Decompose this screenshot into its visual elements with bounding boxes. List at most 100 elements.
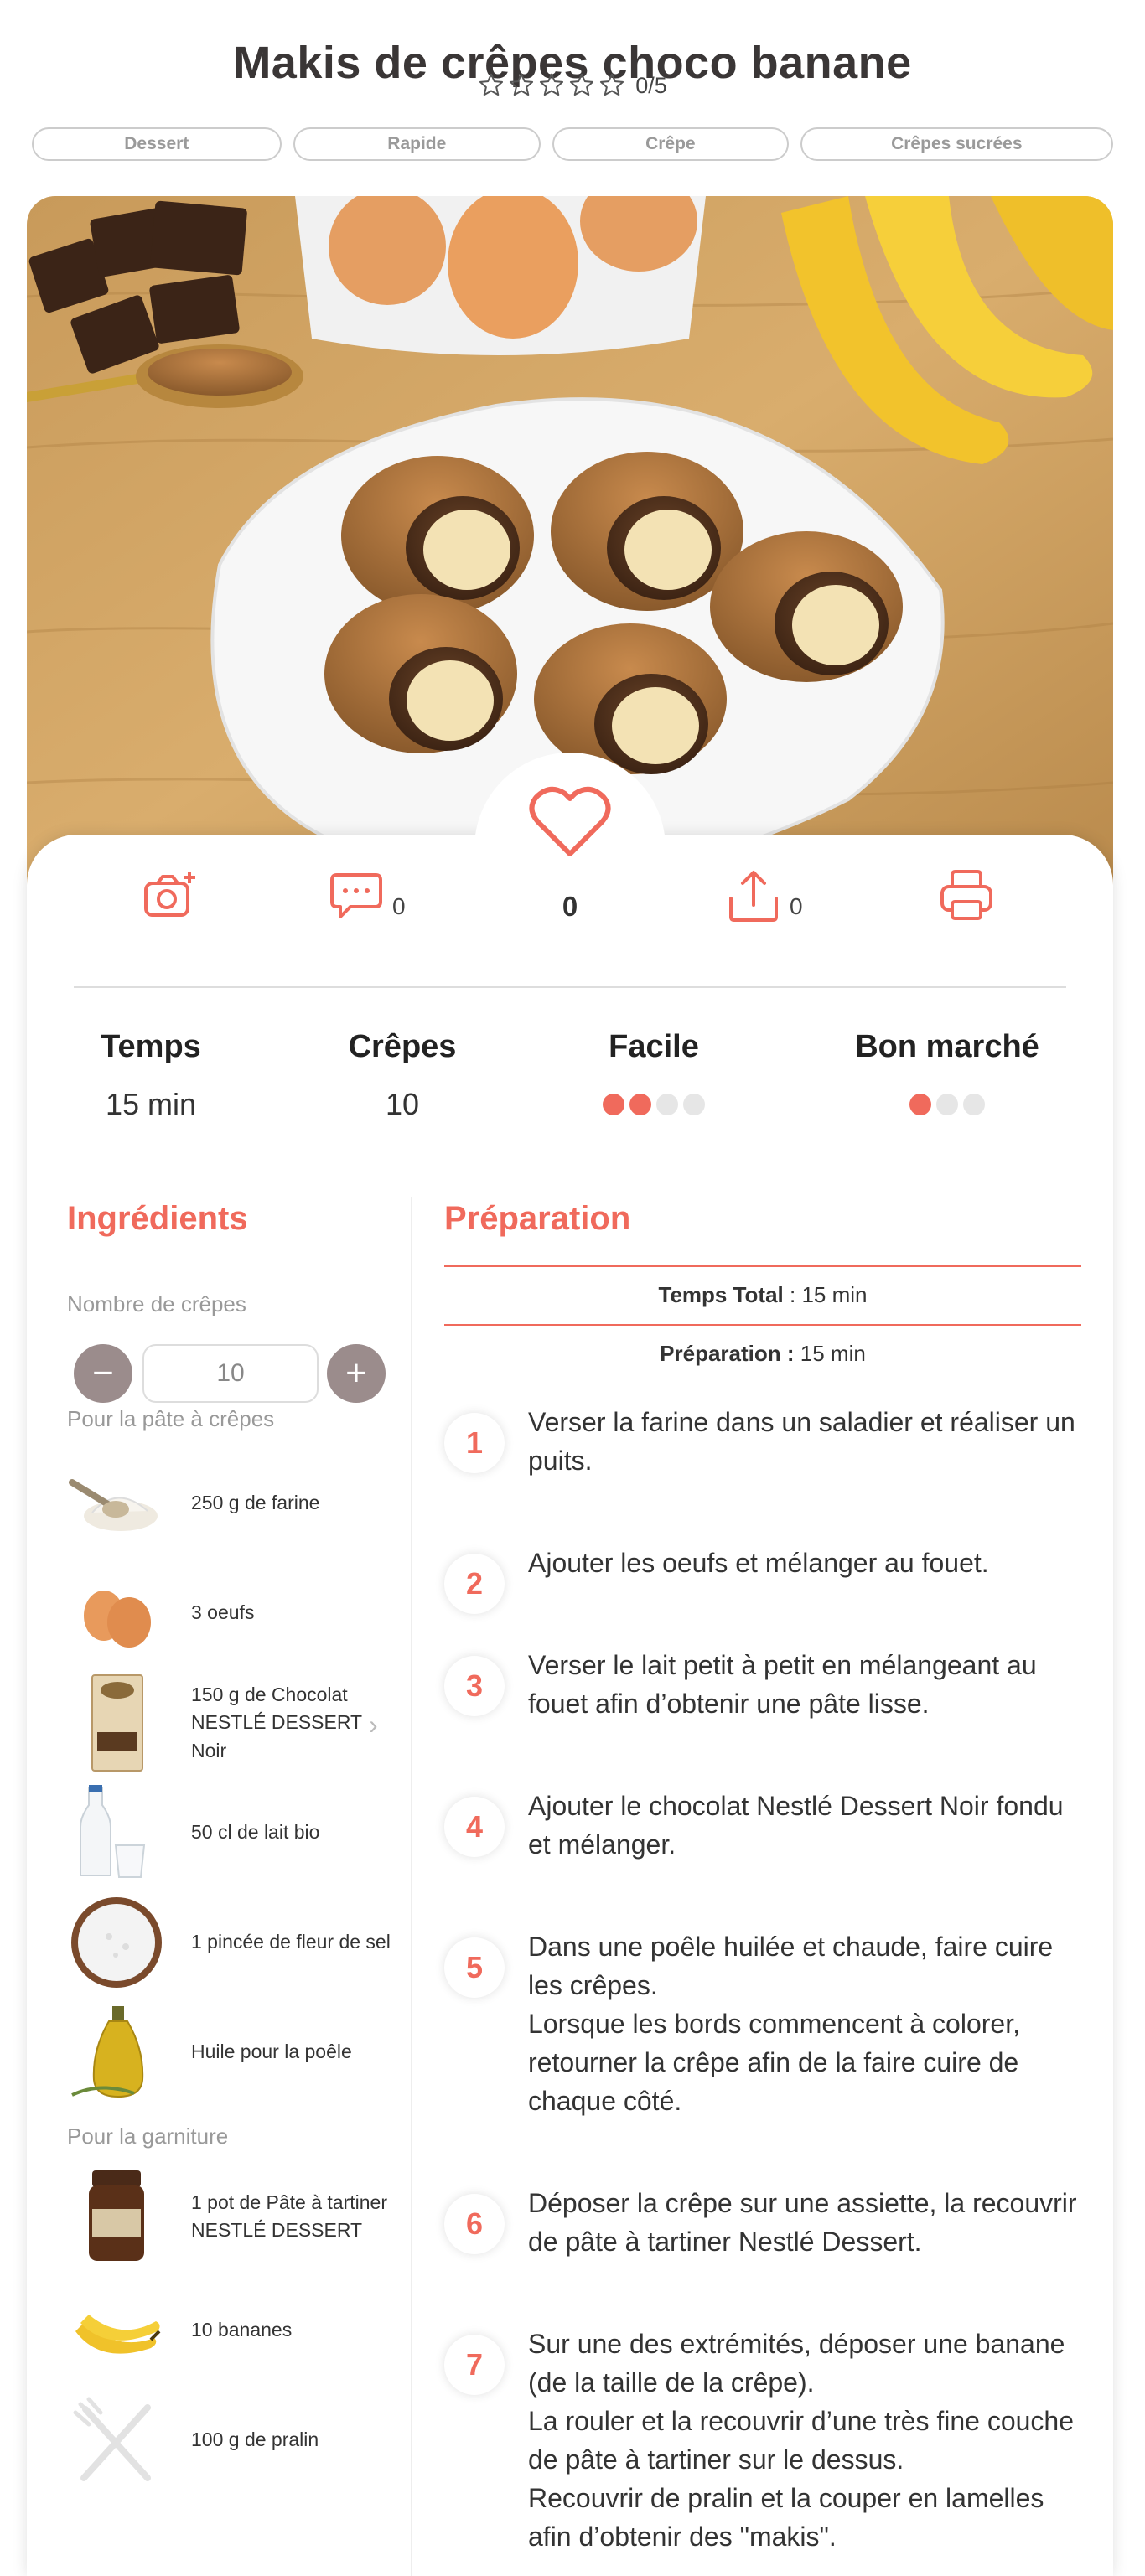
- chevron-right-icon[interactable]: ›: [369, 1710, 378, 1741]
- preparation-divider: [444, 1324, 1081, 1326]
- total-time-value: : 15 min: [783, 1282, 868, 1307]
- stat-time-value: 15 min: [105, 1087, 197, 1121]
- difficulty-dots: [570, 1094, 738, 1115]
- ingredient-item: 3 oeufs: [67, 1564, 402, 1663]
- level-dot: [963, 1094, 985, 1115]
- ingredient-item: 100 g de pralin: [67, 2391, 402, 2490]
- prep-time: Préparation : 15 min: [444, 1341, 1081, 1367]
- level-dot: [603, 1094, 624, 1115]
- likes-count: 0: [562, 891, 578, 922]
- rating-value: 0/5: [635, 72, 667, 98]
- rating[interactable]: 0/5: [0, 72, 1145, 99]
- ingredient-text: 3 oeufs: [191, 1601, 255, 1624]
- oil-bottle-icon: [71, 2006, 144, 2098]
- step-number: 1: [444, 1413, 505, 1473]
- ingredient-group-label: Pour la garniture: [67, 2123, 229, 2149]
- stat-cost: Bon marché: [838, 1029, 1056, 1115]
- stat-difficulty: Facile: [570, 1029, 738, 1115]
- step-text: Verser la farine dans un saladier et réa…: [528, 1407, 1075, 1476]
- tag-rapide[interactable]: Rapide: [293, 127, 541, 161]
- level-dot: [683, 1094, 705, 1115]
- tag-crepes-sucrees[interactable]: Crêpes sucrées: [800, 127, 1114, 161]
- ingredient-text: Huile pour la poêle: [191, 2041, 352, 2063]
- stat-yield-label: Crêpes: [348, 1029, 457, 1064]
- star-icon[interactable]: [598, 72, 625, 99]
- tag-crepe[interactable]: Crêpe: [552, 127, 789, 161]
- heart-icon[interactable]: [528, 784, 612, 859]
- servings-stepper: − 10 +: [74, 1344, 386, 1404]
- stat-cost-label: Bon marché: [855, 1029, 1039, 1064]
- ingredients-title: Ingrédients: [67, 1200, 248, 1237]
- cutlery-icon: [73, 2397, 151, 2481]
- ingredient-item: 50 cl de lait bio: [67, 1783, 402, 1882]
- ingredient-item: 10 bananes: [67, 2281, 402, 2380]
- ingredient-item: 1 pot de Pâte à tartiner NESTLÉ DESSERT: [67, 2167, 402, 2266]
- preparation-step: 6 Déposer la crêpe sur une assiette, la …: [444, 2188, 1090, 2261]
- preparation-divider: [444, 1265, 1081, 1267]
- step-text: Sur une des extrémités, déposer une bana…: [528, 2329, 1075, 2552]
- ingredient-text: 1 pot de Pâte à tartiner NESTLÉ DESSERT: [191, 2191, 387, 2241]
- level-dot: [629, 1094, 651, 1115]
- stat-difficulty-label: Facile: [609, 1029, 699, 1064]
- add-photo-button[interactable]: [142, 868, 198, 923]
- ingredient-text: 50 cl de lait bio: [191, 1821, 320, 1844]
- ingredient-text: 250 g de farine: [191, 1492, 320, 1514]
- share-icon: [729, 871, 778, 922]
- step-text: Ajouter les oeufs et mélanger au fouet.: [528, 1548, 989, 1578]
- servings-label: Nombre de crêpes: [67, 1291, 246, 1316]
- ingredient-item: 150 g de Chocolat NESTLÉ DESSERT Noir: [67, 1673, 402, 1772]
- tag-dessert[interactable]: Dessert: [32, 127, 282, 161]
- print-button[interactable]: [939, 868, 994, 923]
- ingredient-group-label: Pour la pâte à crêpes: [67, 1406, 275, 1431]
- stat-yield: Crêpes 10: [319, 1029, 486, 1122]
- step-text: Déposer la crêpe sur une assiette, la re…: [528, 2188, 1077, 2257]
- step-number: 5: [444, 1937, 505, 1998]
- step-number: 7: [444, 2335, 505, 2395]
- level-dot: [909, 1094, 931, 1115]
- comment-icon: [330, 873, 382, 918]
- prep-time-label: Préparation :: [660, 1341, 795, 1366]
- eggs-icon: [84, 1591, 151, 1648]
- step-number: 2: [444, 1554, 505, 1614]
- spread-jar-icon: [89, 2170, 144, 2261]
- servings-input[interactable]: 10: [142, 1344, 319, 1403]
- cost-dots: [838, 1094, 1056, 1115]
- total-time: Temps Total : 15 min: [444, 1282, 1081, 1308]
- ingredient-item: Huile pour la poêle: [67, 2003, 402, 2102]
- step-number: 3: [444, 1656, 505, 1716]
- preparation-step: 1 Verser la farine dans un saladier et r…: [444, 1407, 1090, 1480]
- preparation-step: 7 Sur une des extrémités, déposer une ba…: [444, 2329, 1090, 2556]
- decrease-servings-button[interactable]: −: [74, 1344, 132, 1403]
- comments-count: 0: [392, 893, 406, 919]
- total-time-label: Temps Total: [658, 1282, 784, 1307]
- star-icon[interactable]: [508, 72, 535, 99]
- flour-icon: [69, 1479, 158, 1531]
- ingredient-text: 10 bananes: [191, 2319, 293, 2341]
- salt-icon: [71, 1897, 162, 1988]
- shares-count: 0: [790, 893, 803, 919]
- bananas-icon: [75, 2315, 161, 2354]
- preparation-title: Préparation: [444, 1200, 631, 1237]
- divider: [74, 986, 1066, 988]
- milk-icon: [80, 1785, 146, 1878]
- share-button[interactable]: 0: [726, 868, 803, 923]
- chocolate-bar-icon: [91, 1674, 143, 1772]
- prep-time-value: 15 min: [794, 1341, 866, 1366]
- star-icon[interactable]: [568, 72, 595, 99]
- column-separator: [411, 1197, 412, 2576]
- step-number: 6: [444, 2194, 505, 2254]
- increase-servings-button[interactable]: +: [327, 1344, 386, 1403]
- star-icon[interactable]: [478, 72, 505, 99]
- step-text: Verser le lait petit à petit en mélangea…: [528, 1650, 1037, 1719]
- star-icon[interactable]: [538, 72, 565, 99]
- level-dot: [656, 1094, 678, 1115]
- comments-button[interactable]: 0: [329, 868, 406, 923]
- camera-plus-icon: [144, 872, 195, 917]
- preparation-step: 4 Ajouter le chocolat Nestlé Dessert Noi…: [444, 1791, 1090, 1864]
- tag-list: Dessert Rapide Crêpe Crêpes sucrées: [32, 127, 1114, 161]
- stat-yield-value: 10: [385, 1087, 420, 1121]
- stat-time: Temps 15 min: [67, 1029, 235, 1122]
- recipe-page: Makis de crêpes choco banane 0/5 Dessert…: [0, 0, 1145, 2576]
- ingredient-text: 1 pincée de fleur de sel: [191, 1931, 391, 1953]
- stat-time-label: Temps: [101, 1029, 201, 1064]
